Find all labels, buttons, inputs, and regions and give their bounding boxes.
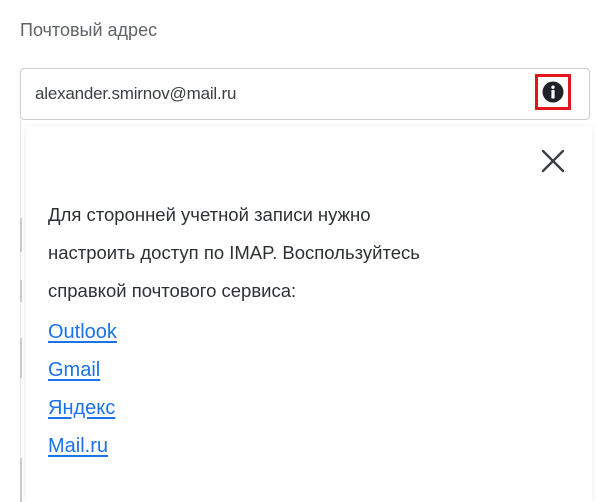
side-border (20, 120, 21, 502)
popup-message-line: Для сторонней учетной записи нужно (48, 204, 371, 225)
close-icon (541, 149, 565, 173)
link-outlook[interactable]: Outlook (48, 313, 117, 351)
email-field[interactable]: alexander.smirnov@mail.ru (20, 68, 590, 120)
popup-message-line: справкой почтового сервиса: (48, 280, 297, 301)
popup-message-line: настроить доступ по IMAP. Воспользуйтесь (48, 242, 420, 263)
email-field-label: Почтовый адрес (20, 20, 158, 40)
info-icon (542, 81, 564, 103)
side-marker (20, 458, 22, 502)
side-marker (20, 338, 22, 378)
side-marker (20, 280, 22, 302)
link-gmail[interactable]: Gmail (48, 351, 117, 389)
close-button[interactable] (538, 146, 568, 176)
info-popup: Для сторонней учетной записи нужно настр… (26, 126, 592, 502)
link-mailru[interactable]: Mail.ru (48, 427, 117, 465)
side-marker (20, 218, 22, 252)
service-links: Outlook Gmail Яндекс Mail.ru (48, 313, 117, 465)
link-yandex[interactable]: Яндекс (48, 389, 117, 427)
info-button[interactable] (535, 74, 571, 110)
email-field-value[interactable]: alexander.smirnov@mail.ru (35, 69, 236, 119)
popup-message: Для сторонней учетной записи нужно настр… (48, 196, 548, 310)
email-settings-panel: Почтовый адрес alexander.smirnov@mail.ru… (0, 0, 596, 502)
